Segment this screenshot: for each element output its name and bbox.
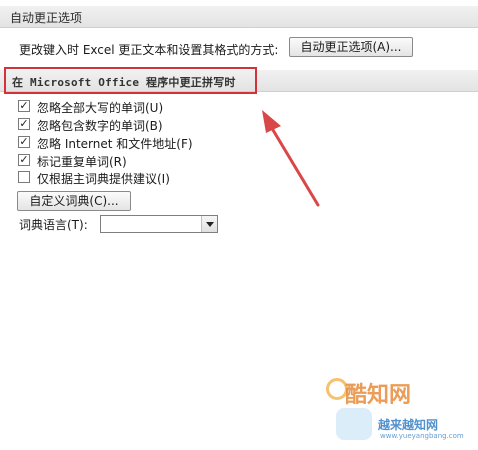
watermark-subtitle: 越来越知网 xyxy=(378,418,439,432)
watermark-url: www.yueyangbang.com xyxy=(380,432,464,440)
watermark-title: 酷知网 xyxy=(345,383,412,408)
watermark-wifi-icon xyxy=(336,408,372,440)
